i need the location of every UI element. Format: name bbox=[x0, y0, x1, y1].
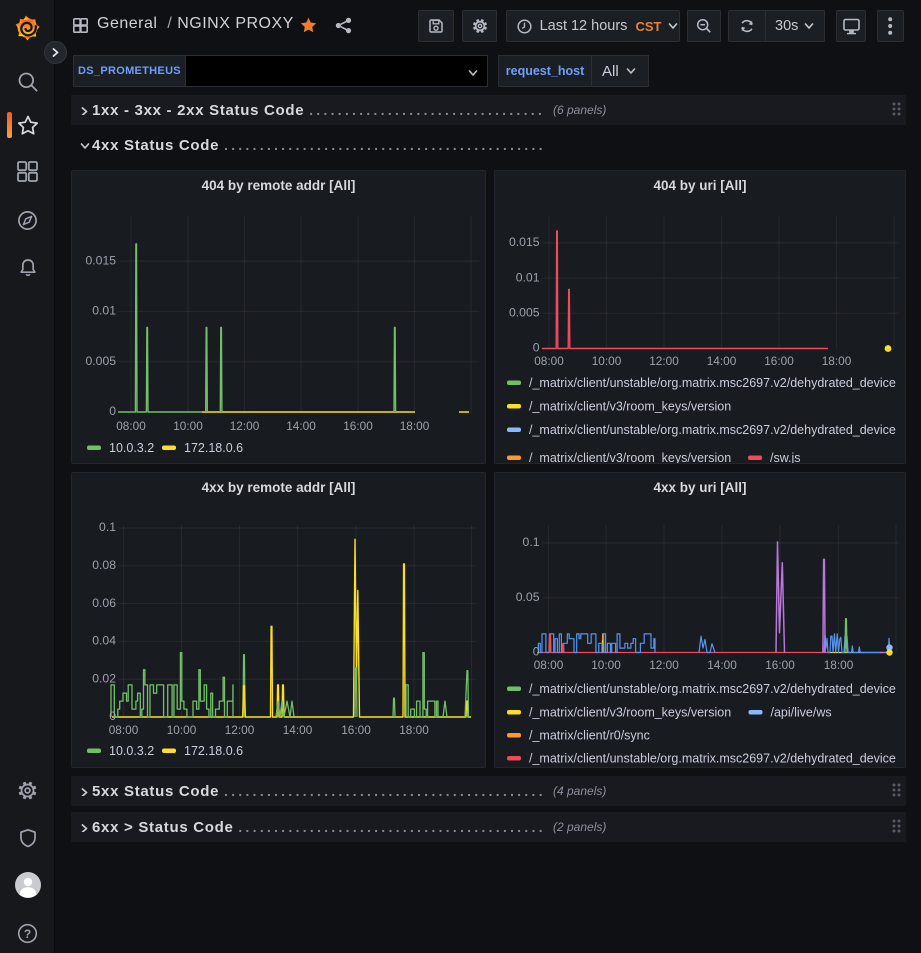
svg-text:14:00: 14:00 bbox=[286, 419, 316, 433]
svg-text:10:00: 10:00 bbox=[591, 658, 621, 672]
svg-text:/_matrix/client/unstable/org.m: /_matrix/client/unstable/org.matrix.msc2… bbox=[529, 423, 896, 437]
svg-text:/sw.js: /sw.js bbox=[770, 451, 801, 464]
svg-text:16:00: 16:00 bbox=[343, 419, 373, 433]
svg-text:0.1: 0.1 bbox=[523, 535, 540, 549]
svg-text:18:00: 18:00 bbox=[822, 354, 852, 368]
svg-text:14:00: 14:00 bbox=[283, 723, 313, 737]
svg-text:/_matrix/client/unstable/org.m: /_matrix/client/unstable/org.matrix.msc2… bbox=[529, 682, 896, 696]
svg-text:0.005: 0.005 bbox=[509, 306, 540, 320]
svg-text:14:00: 14:00 bbox=[707, 658, 737, 672]
svg-text:16:00: 16:00 bbox=[765, 658, 795, 672]
svg-text:16:00: 16:00 bbox=[341, 723, 371, 737]
svg-text:12:00: 12:00 bbox=[649, 354, 679, 368]
svg-text:/_matrix/client/v3/room_keys/v: /_matrix/client/v3/room_keys/version bbox=[529, 451, 731, 464]
svg-text:12:00: 12:00 bbox=[225, 723, 255, 737]
svg-text:/_matrix/client/v3/room_keys/v: /_matrix/client/v3/room_keys/version bbox=[529, 705, 731, 719]
svg-text:08:00: 08:00 bbox=[534, 354, 564, 368]
svg-text:18:00: 18:00 bbox=[824, 658, 854, 672]
svg-text:0.06: 0.06 bbox=[92, 596, 116, 610]
svg-text:08:00: 08:00 bbox=[109, 723, 139, 737]
svg-text:0: 0 bbox=[533, 341, 540, 355]
svg-text:14:00: 14:00 bbox=[707, 354, 737, 368]
svg-text:?: ? bbox=[24, 927, 31, 941]
svg-text:0.02: 0.02 bbox=[92, 671, 116, 685]
svg-text:18:00: 18:00 bbox=[399, 723, 429, 737]
svg-text:10:00: 10:00 bbox=[592, 354, 622, 368]
svg-text:0.005: 0.005 bbox=[86, 354, 117, 368]
svg-text:172.18.0.6: 172.18.0.6 bbox=[184, 441, 243, 455]
svg-text:12:00: 12:00 bbox=[230, 419, 260, 433]
svg-text:10.0.3.2: 10.0.3.2 bbox=[109, 744, 154, 758]
svg-text:172.18.0.6: 172.18.0.6 bbox=[184, 744, 243, 758]
svg-text:/_matrix/client/unstable/org.m: /_matrix/client/unstable/org.matrix.msc2… bbox=[529, 376, 896, 390]
svg-text:16:00: 16:00 bbox=[764, 354, 794, 368]
svg-text:10.0.3.2: 10.0.3.2 bbox=[109, 441, 154, 455]
svg-text:/_matrix/client/v3/room_keys/v: /_matrix/client/v3/room_keys/version bbox=[529, 399, 731, 413]
svg-text:0.04: 0.04 bbox=[92, 634, 116, 648]
svg-text:0.015: 0.015 bbox=[86, 253, 117, 267]
svg-text:0.01: 0.01 bbox=[516, 270, 540, 284]
svg-text:/api/live/ws: /api/live/ws bbox=[771, 705, 832, 719]
svg-text:08:00: 08:00 bbox=[116, 419, 146, 433]
svg-text:12:00: 12:00 bbox=[649, 658, 679, 672]
svg-text:18:00: 18:00 bbox=[400, 419, 430, 433]
svg-text:/_matrix/client/r0/sync: /_matrix/client/r0/sync bbox=[529, 728, 650, 742]
svg-text:0: 0 bbox=[533, 645, 540, 659]
svg-text:/_matrix/client/unstable/org.m: /_matrix/client/unstable/org.matrix.msc2… bbox=[529, 751, 896, 765]
svg-text:0.01: 0.01 bbox=[92, 304, 116, 318]
svg-text:0.1: 0.1 bbox=[99, 520, 116, 534]
svg-text:10:00: 10:00 bbox=[167, 723, 197, 737]
svg-text:0: 0 bbox=[109, 709, 116, 723]
svg-text:0.08: 0.08 bbox=[92, 558, 116, 572]
svg-text:08:00: 08:00 bbox=[534, 658, 564, 672]
svg-text:0.05: 0.05 bbox=[516, 590, 540, 604]
svg-text:0: 0 bbox=[109, 404, 116, 418]
svg-text:10:00: 10:00 bbox=[173, 419, 203, 433]
svg-text:0.015: 0.015 bbox=[509, 235, 540, 249]
